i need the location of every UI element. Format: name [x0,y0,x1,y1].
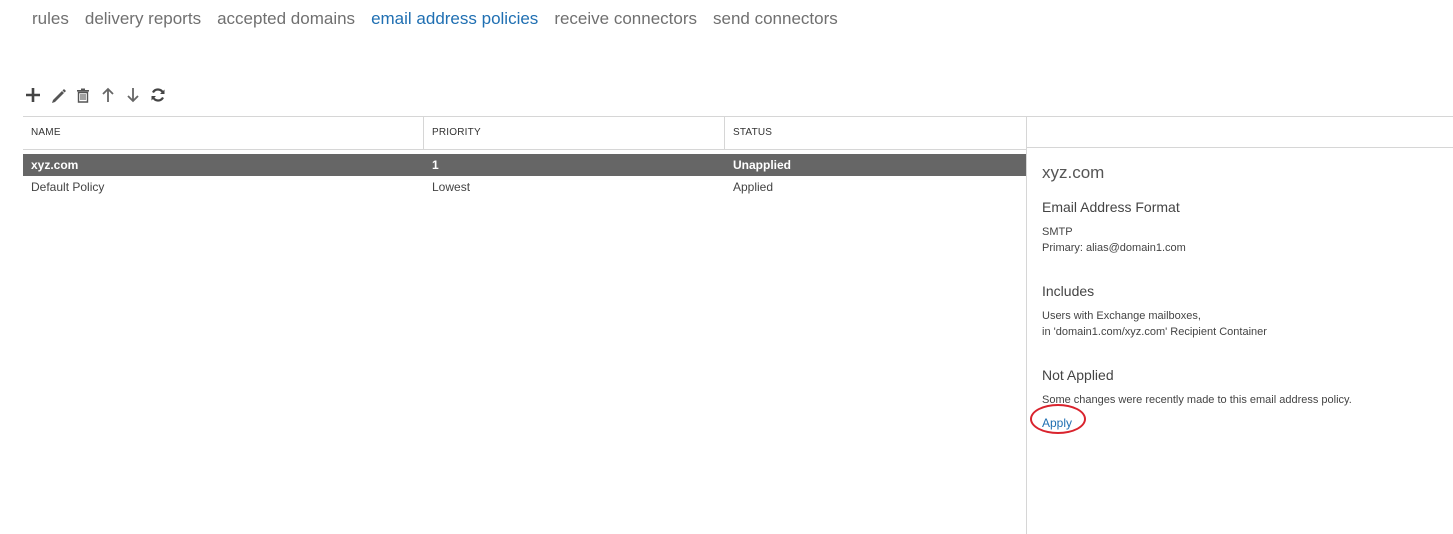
table-row[interactable]: xyz.com 1 Unapplied [23,154,1026,176]
policy-list: NAME PRIORITY STATUS xyz.com 1 Unapplied… [23,116,1026,198]
move-up-icon[interactable] [99,86,117,104]
details-header-band [1026,116,1453,148]
add-icon[interactable] [24,86,42,104]
includes-heading: Includes [1042,283,1095,299]
row-status: Unapplied [733,158,792,172]
format-type: SMTP [1042,226,1073,238]
tab-send-connectors[interactable]: send connectors [713,8,838,30]
row-name: xyz.com [31,158,79,172]
edit-icon[interactable] [49,86,67,104]
tab-bar: rules delivery reports accepted domains … [32,8,838,30]
tab-email-address-policies[interactable]: email address policies [371,8,538,30]
column-divider [423,117,424,149]
includes-line-1: Users with Exchange mailboxes, [1042,310,1201,322]
column-header-status[interactable]: STATUS [733,117,772,149]
column-header-name[interactable]: NAME [31,117,61,149]
tab-accepted-domains[interactable]: accepted domains [217,8,355,30]
move-down-icon[interactable] [124,86,142,104]
refresh-icon[interactable] [149,86,167,104]
column-header-row: NAME PRIORITY STATUS [23,116,1026,150]
table-row[interactable]: Default Policy Lowest Applied [23,176,1026,198]
tab-receive-connectors[interactable]: receive connectors [554,8,697,30]
table-body: xyz.com 1 Unapplied Default Policy Lowes… [23,154,1026,198]
details-title: xyz.com [1042,163,1105,182]
format-heading: Email Address Format [1042,199,1180,215]
row-priority: 1 [432,158,439,172]
details-pane: xyz.com Email Address Format SMTP Primar… [1030,162,1442,434]
apply-link-wrapper: Apply [1030,404,1086,434]
row-name: Default Policy [31,180,105,194]
toolbar [24,86,167,104]
column-divider [724,117,725,149]
column-header-priority[interactable]: PRIORITY [432,117,481,149]
delete-icon[interactable] [74,86,92,104]
tab-delivery-reports[interactable]: delivery reports [85,8,201,30]
format-primary: Primary: alias@domain1.com [1042,242,1186,254]
tab-rules[interactable]: rules [32,8,69,30]
row-priority: Lowest [432,180,471,194]
status-heading: Not Applied [1042,367,1114,383]
apply-link[interactable]: Apply [1042,416,1072,430]
includes-line-2: in 'domain1.com/xyz.com' Recipient Conta… [1042,326,1267,338]
status-text: Some changes were recently made to this … [1042,394,1352,406]
row-status: Applied [733,180,774,194]
pane-divider[interactable] [1026,116,1027,534]
